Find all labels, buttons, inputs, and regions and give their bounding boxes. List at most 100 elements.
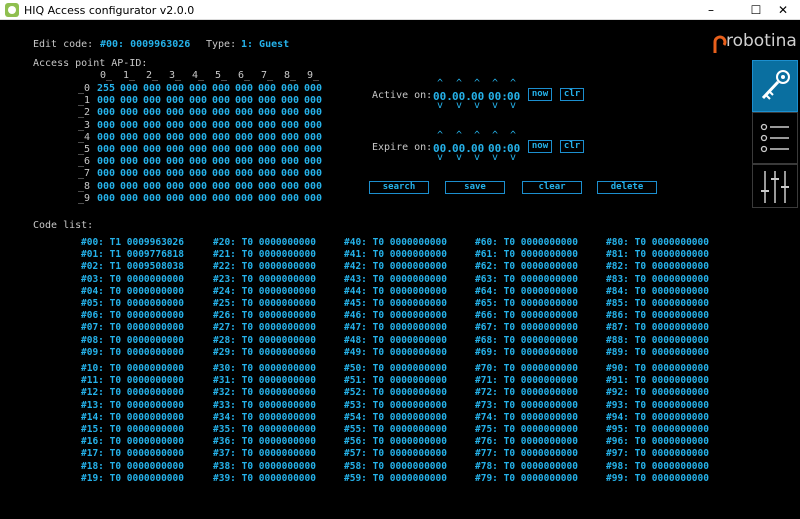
code-list-item[interactable]: #30: T0 0000000000 bbox=[213, 363, 316, 374]
ap-cell[interactable]: 000 bbox=[258, 156, 281, 167]
code-list-item[interactable]: #77: T0 0000000000 bbox=[475, 448, 578, 459]
ap-cell[interactable]: 000 bbox=[212, 120, 235, 131]
ap-cell[interactable]: 000 bbox=[166, 193, 189, 204]
code-list-item[interactable]: #65: T0 0000000000 bbox=[475, 298, 578, 309]
code-list-item[interactable]: #50: T0 0000000000 bbox=[344, 363, 447, 374]
code-list-item[interactable]: #68: T0 0000000000 bbox=[475, 335, 578, 346]
code-list-item[interactable]: #64: T0 0000000000 bbox=[475, 286, 578, 297]
ap-cell[interactable]: 000 bbox=[212, 156, 235, 167]
ap-cell[interactable]: 000 bbox=[281, 156, 304, 167]
ap-cell[interactable]: 000 bbox=[143, 83, 166, 94]
ap-cell[interactable]: 000 bbox=[235, 156, 258, 167]
ap-cell[interactable]: 000 bbox=[189, 181, 212, 192]
decrement-arrow[interactable]: v bbox=[474, 153, 480, 163]
side-panel-key[interactable] bbox=[752, 60, 798, 112]
code-list-item[interactable]: #63: T0 0000000000 bbox=[475, 274, 578, 285]
ap-cell[interactable]: 000 bbox=[189, 107, 212, 118]
ap-cell[interactable]: 000 bbox=[304, 168, 327, 179]
ap-cell[interactable]: 000 bbox=[281, 181, 304, 192]
ap-cell[interactable]: 000 bbox=[189, 83, 212, 94]
code-list-item[interactable]: #99: T0 0000000000 bbox=[606, 473, 709, 484]
code-list-item[interactable]: #62: T0 0000000000 bbox=[475, 261, 578, 272]
ap-cell[interactable]: 000 bbox=[189, 156, 212, 167]
ap-cell[interactable]: 000 bbox=[120, 156, 143, 167]
decrement-arrow[interactable]: v bbox=[492, 153, 498, 163]
code-list-item[interactable]: #32: T0 0000000000 bbox=[213, 387, 316, 398]
code-list-item[interactable]: #01: T1 0009776818 bbox=[81, 249, 184, 260]
code-list-item[interactable]: #94: T0 0000000000 bbox=[606, 412, 709, 423]
code-list-item[interactable]: #78: T0 0000000000 bbox=[475, 461, 578, 472]
ap-cell[interactable]: 000 bbox=[304, 120, 327, 131]
increment-arrow[interactable]: ^ bbox=[510, 131, 516, 141]
ap-cell[interactable]: 000 bbox=[143, 144, 166, 155]
decrement-arrow[interactable]: v bbox=[510, 101, 516, 111]
code-list-item[interactable]: #00: T1 0009963026 bbox=[81, 237, 184, 248]
code-list-item[interactable]: #33: T0 0000000000 bbox=[213, 400, 316, 411]
ap-cell[interactable]: 000 bbox=[281, 95, 304, 106]
code-list-item[interactable]: #37: T0 0000000000 bbox=[213, 448, 316, 459]
code-list-item[interactable]: #95: T0 0000000000 bbox=[606, 424, 709, 435]
code-list-item[interactable]: #09: T0 0000000000 bbox=[81, 347, 184, 358]
ap-cell[interactable]: 000 bbox=[189, 193, 212, 204]
ap-cell[interactable]: 000 bbox=[281, 193, 304, 204]
ap-cell[interactable]: 000 bbox=[166, 120, 189, 131]
code-list-item[interactable]: #18: T0 0000000000 bbox=[81, 461, 184, 472]
code-list-item[interactable]: #06: T0 0000000000 bbox=[81, 310, 184, 321]
ap-cell[interactable]: 000 bbox=[212, 95, 235, 106]
code-list-item[interactable]: #81: T0 0000000000 bbox=[606, 249, 709, 260]
ap-cell[interactable]: 000 bbox=[304, 193, 327, 204]
ap-cell[interactable]: 000 bbox=[189, 95, 212, 106]
ap-cell[interactable]: 000 bbox=[258, 120, 281, 131]
code-list-item[interactable]: #48: T0 0000000000 bbox=[344, 335, 447, 346]
decrement-arrow[interactable]: v bbox=[492, 101, 498, 111]
code-list-item[interactable]: #51: T0 0000000000 bbox=[344, 375, 447, 386]
code-list-item[interactable]: #52: T0 0000000000 bbox=[344, 387, 447, 398]
increment-arrow[interactable]: ^ bbox=[474, 131, 480, 141]
ap-cell[interactable]: 000 bbox=[258, 83, 281, 94]
code-list-item[interactable]: #58: T0 0000000000 bbox=[344, 461, 447, 472]
side-panel-list[interactable] bbox=[752, 112, 798, 164]
ap-cell[interactable]: 000 bbox=[143, 193, 166, 204]
code-list-item[interactable]: #22: T0 0000000000 bbox=[213, 261, 316, 272]
increment-arrow[interactable]: ^ bbox=[437, 131, 443, 141]
code-list-item[interactable]: #41: T0 0000000000 bbox=[344, 249, 447, 260]
code-list-item[interactable]: #39: T0 0000000000 bbox=[213, 473, 316, 484]
code-list-item[interactable]: #60: T0 0000000000 bbox=[475, 237, 578, 248]
code-list-item[interactable]: #20: T0 0000000000 bbox=[213, 237, 316, 248]
code-list-item[interactable]: #49: T0 0000000000 bbox=[344, 347, 447, 358]
ap-cell[interactable]: 000 bbox=[281, 83, 304, 94]
code-list-item[interactable]: #53: T0 0000000000 bbox=[344, 400, 447, 411]
code-list-item[interactable]: #82: T0 0000000000 bbox=[606, 261, 709, 272]
ap-cell[interactable]: 000 bbox=[97, 144, 120, 155]
code-list-item[interactable]: #36: T0 0000000000 bbox=[213, 436, 316, 447]
code-list-item[interactable]: #76: T0 0000000000 bbox=[475, 436, 578, 447]
ap-cell[interactable]: 000 bbox=[304, 144, 327, 155]
code-list-item[interactable]: #27: T0 0000000000 bbox=[213, 322, 316, 333]
ap-cell[interactable]: 000 bbox=[143, 95, 166, 106]
code-list-item[interactable]: #46: T0 0000000000 bbox=[344, 310, 447, 321]
ap-cell[interactable]: 000 bbox=[189, 144, 212, 155]
code-list-item[interactable]: #79: T0 0000000000 bbox=[475, 473, 578, 484]
increment-arrow[interactable]: ^ bbox=[456, 79, 462, 89]
code-list-item[interactable]: #84: T0 0000000000 bbox=[606, 286, 709, 297]
code-list-item[interactable]: #28: T0 0000000000 bbox=[213, 335, 316, 346]
ap-cell[interactable]: 000 bbox=[120, 120, 143, 131]
ap-cell[interactable]: 000 bbox=[235, 83, 258, 94]
ap-cell[interactable]: 000 bbox=[258, 95, 281, 106]
code-list-item[interactable]: #25: T0 0000000000 bbox=[213, 298, 316, 309]
ap-cell[interactable]: 000 bbox=[120, 144, 143, 155]
increment-arrow[interactable]: ^ bbox=[492, 79, 498, 89]
ap-cell[interactable]: 000 bbox=[235, 107, 258, 118]
expire-now-button[interactable]: now bbox=[528, 140, 552, 153]
ap-cell[interactable]: 000 bbox=[212, 181, 235, 192]
code-list-item[interactable]: #93: T0 0000000000 bbox=[606, 400, 709, 411]
decrement-arrow[interactable]: v bbox=[437, 153, 443, 163]
ap-cell[interactable]: 000 bbox=[143, 132, 166, 143]
ap-cell[interactable]: 000 bbox=[258, 168, 281, 179]
decrement-arrow[interactable]: v bbox=[510, 153, 516, 163]
ap-cell[interactable]: 000 bbox=[235, 193, 258, 204]
ap-cell[interactable]: 000 bbox=[166, 181, 189, 192]
ap-cell[interactable]: 000 bbox=[120, 181, 143, 192]
code-list-item[interactable]: #04: T0 0000000000 bbox=[81, 286, 184, 297]
ap-cell[interactable]: 000 bbox=[97, 181, 120, 192]
